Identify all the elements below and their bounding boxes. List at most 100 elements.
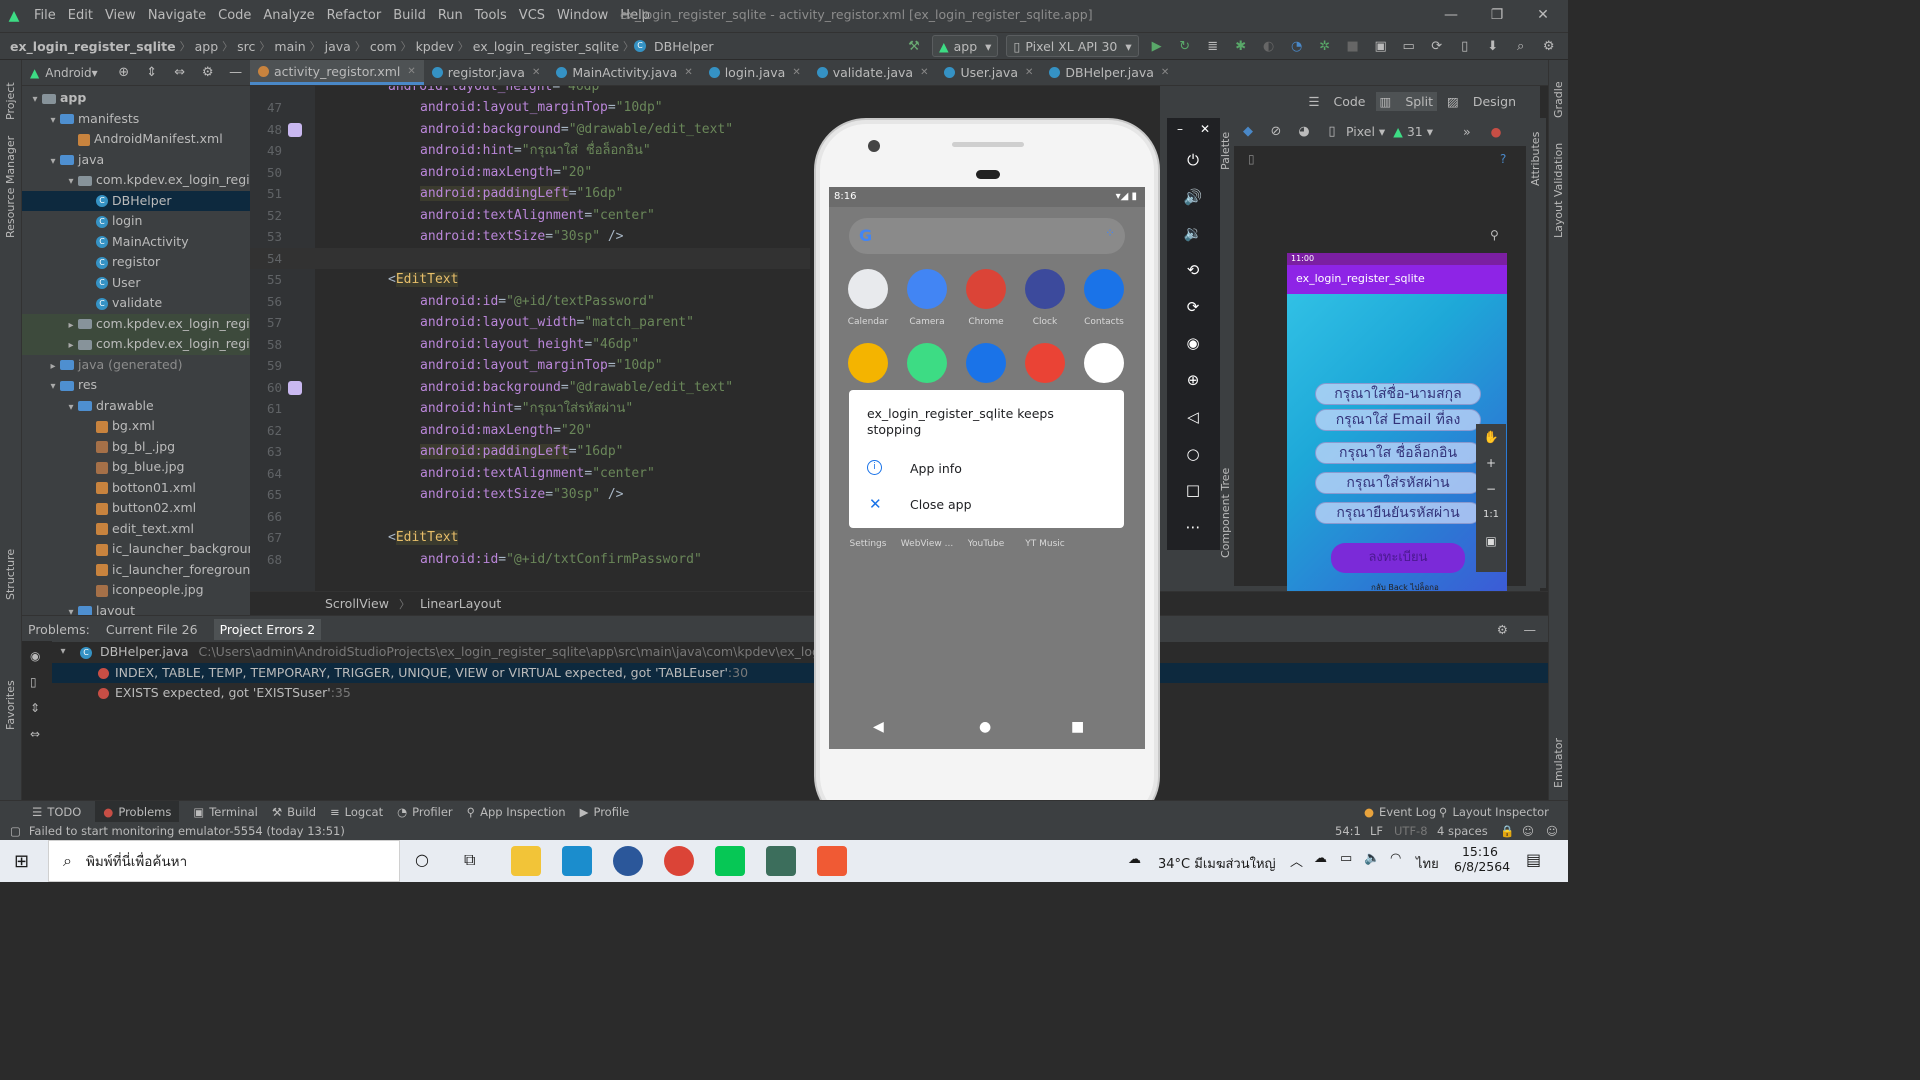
contacts-app-icon[interactable] — [1084, 269, 1124, 309]
editor-tab[interactable]: DBHelper.java ✕ — [1041, 60, 1177, 85]
profile-icon[interactable]: ◔ — [1286, 35, 1308, 57]
breadcrumb-item[interactable]: java — [321, 39, 355, 54]
breadcrumb-linearlayout[interactable]: LinearLayout — [420, 596, 501, 611]
expand-arrow-icon[interactable]: ▾ — [46, 152, 60, 171]
project-tool-button[interactable]: Project — [4, 82, 17, 120]
tray-chevron-icon[interactable]: ︿ — [1290, 851, 1303, 870]
code-line[interactable]: 65 android:textSize="30sp" /> — [250, 484, 810, 506]
app-info-option[interactable]: i App info — [849, 454, 1124, 484]
network-icon[interactable]: ☁ — [1314, 851, 1327, 866]
hide-panel-icon[interactable]: — — [1524, 622, 1537, 637]
code-line[interactable]: 55 <EditText — [250, 269, 810, 291]
close-tab-icon[interactable]: ✕ — [792, 67, 800, 78]
todo-tool-button[interactable]: ☰ TODO — [32, 805, 81, 819]
tree-row[interactable]: ▸ com.kpdev.ex_login_registe — [22, 313, 250, 334]
tree-row[interactable]: ▾ res — [22, 375, 250, 396]
home-icon[interactable]: ○ — [1181, 442, 1205, 466]
orientation-icon[interactable]: ⊘ — [1265, 120, 1287, 142]
tree-row[interactable]: AndroidManifest.xml — [22, 129, 250, 150]
component-tree-tool-button[interactable]: Component Tree — [1219, 468, 1232, 558]
code-line[interactable]: 50 android:maxLength="20" — [250, 162, 810, 184]
overview-icon[interactable]: □ — [1181, 478, 1205, 502]
problem-error-row[interactable]: INDEX, TABLE, TEMP, TEMPORARY, TRIGGER, … — [22, 662, 1548, 683]
power-icon[interactable]: ⏻ — [1181, 148, 1205, 172]
code-editor[interactable]: android:layout_height="46dp" 47 android:l… — [250, 86, 810, 591]
tree-row[interactable]: ▸ java (generated) — [22, 355, 250, 376]
volume-down-icon[interactable]: 🔉 — [1181, 221, 1205, 245]
tree-row[interactable]: bg_blue.jpg — [22, 457, 250, 478]
notifications-icon[interactable]: ☺ — [1546, 824, 1558, 838]
menu-analyze[interactable]: Analyze — [257, 0, 320, 32]
back-nav-icon[interactable]: ◀ — [873, 719, 884, 735]
expand-arrow-icon[interactable]: ▸ — [64, 336, 78, 355]
split-mode-button[interactable]: ▥ Split — [1375, 91, 1438, 111]
menu-code[interactable]: Code — [212, 0, 257, 32]
minimize-button[interactable]: — — [1428, 0, 1474, 30]
code-line[interactable]: 57 android:layout_width="match_parent" — [250, 312, 810, 334]
gmail-app-icon[interactable] — [1025, 343, 1065, 383]
line-icon[interactable] — [715, 846, 745, 876]
help-icon[interactable]: ? — [1500, 152, 1506, 166]
tree-row[interactable]: ▾ java — [22, 150, 250, 171]
tree-row[interactable]: C User — [22, 273, 250, 294]
chrome-icon[interactable] — [664, 846, 694, 876]
pin-icon[interactable]: ⚲ — [1490, 228, 1499, 242]
code-line[interactable]: 60 android:background="@drawable/edit_tex… — [250, 377, 810, 399]
status-message[interactable]: Failed to start monitoring emulator-5554… — [29, 824, 345, 838]
night-mode-icon[interactable]: ◕ — [1293, 120, 1315, 142]
gear-icon[interactable]: ⚙ — [197, 62, 219, 84]
code-line[interactable]: 52 android:textAlignment="center" — [250, 205, 810, 227]
breadcrumb-item[interactable]: kpdev — [412, 39, 458, 54]
design-mode-button[interactable]: ▨ Design — [1447, 94, 1516, 109]
code-line[interactable]: 62 android:maxLength="20" — [250, 420, 810, 442]
editor-tab[interactable]: registor.java ✕ — [424, 60, 549, 85]
file-encoding[interactable]: UTF-8 — [1394, 824, 1428, 838]
gradle-tool-button[interactable]: Gradle — [1552, 81, 1565, 118]
problems-tool-button[interactable]: ● Problems — [95, 800, 180, 823]
tree-row[interactable]: ▸ com.kpdev.ex_login_registe — [22, 334, 250, 355]
menu-tools[interactable]: Tools — [469, 0, 513, 32]
attach-debugger-icon[interactable]: ◐ — [1258, 35, 1280, 57]
logcat-tool-button[interactable]: ≡ Logcat — [330, 805, 383, 819]
windows-start-icon[interactable]: ⊞ — [14, 851, 29, 872]
resource-manager-tool-button[interactable]: Resource Manager — [4, 136, 17, 238]
editor-tab[interactable]: User.java ✕ — [936, 60, 1041, 85]
tab-project-errors[interactable]: Project Errors 2 — [213, 618, 322, 640]
event-log-tool-button[interactable]: ● Event Log — [1364, 805, 1436, 819]
tree-row[interactable]: ▾ drawable — [22, 396, 250, 417]
recents-nav-icon[interactable]: ■ — [1071, 719, 1084, 735]
code-line[interactable]: 63 android:paddingLeft="16dp" — [250, 441, 810, 463]
app-inspection-tool-button[interactable]: ⚲ App Inspection — [467, 805, 566, 819]
attach-icon[interactable]: ✲ — [1314, 35, 1336, 57]
favorites-tool-button[interactable]: Favorites — [4, 680, 17, 730]
tree-row[interactable]: ▾ manifests — [22, 109, 250, 130]
device-select[interactable]: ▯ Pixel XL API 30 ▾ — [1006, 35, 1139, 57]
app-label[interactable]: WebView ... — [897, 539, 957, 549]
code-line[interactable]: 66 — [250, 506, 810, 528]
tree-row[interactable]: button02.xml — [22, 498, 250, 519]
tree-row[interactable]: Clogin — [22, 211, 250, 232]
restore-button[interactable]: ❐ — [1474, 0, 1520, 30]
layout-validation-tool-button[interactable]: Layout Validation — [1552, 143, 1565, 238]
android-studio-taskbar-icon[interactable] — [766, 846, 796, 876]
expand-arrow-icon[interactable]: ▾ — [46, 377, 60, 396]
close-app-option[interactable]: ✕ Close app — [849, 490, 1124, 520]
sync-gradle-icon[interactable]: ⟳ — [1426, 35, 1448, 57]
project-structure-icon[interactable]: ▣ — [1370, 35, 1392, 57]
volume-up-icon[interactable]: 🔊 — [1181, 185, 1205, 209]
collapse-all-icon[interactable]: ⇔ — [30, 727, 40, 741]
taskbar-search-box[interactable]: ⌕ พิมพ์ที่นี่เพื่อค้นหา — [48, 840, 400, 882]
code-line[interactable]: 54 — [250, 247, 810, 269]
tree-row[interactable]: ▾ com.kpdev.ex_login_registe — [22, 170, 250, 191]
breadcrumb-item[interactable]: main — [270, 39, 309, 54]
menu-edit[interactable]: Edit — [62, 0, 99, 32]
preview-toggle-icon[interactable]: ▯ — [30, 675, 37, 689]
menu-window[interactable]: Window — [551, 0, 614, 32]
breadcrumb-item[interactable]: app — [191, 39, 223, 54]
breadcrumb-item[interactable]: ex_login_register_sqlite — [469, 39, 623, 54]
structure-tool-button[interactable]: Structure — [4, 549, 17, 600]
wifi-icon[interactable]: ◠ — [1390, 851, 1401, 866]
debug-icon[interactable]: ✱ — [1230, 35, 1252, 57]
files-app-icon[interactable] — [966, 343, 1006, 383]
app-label[interactable]: YT Music — [1015, 539, 1075, 549]
